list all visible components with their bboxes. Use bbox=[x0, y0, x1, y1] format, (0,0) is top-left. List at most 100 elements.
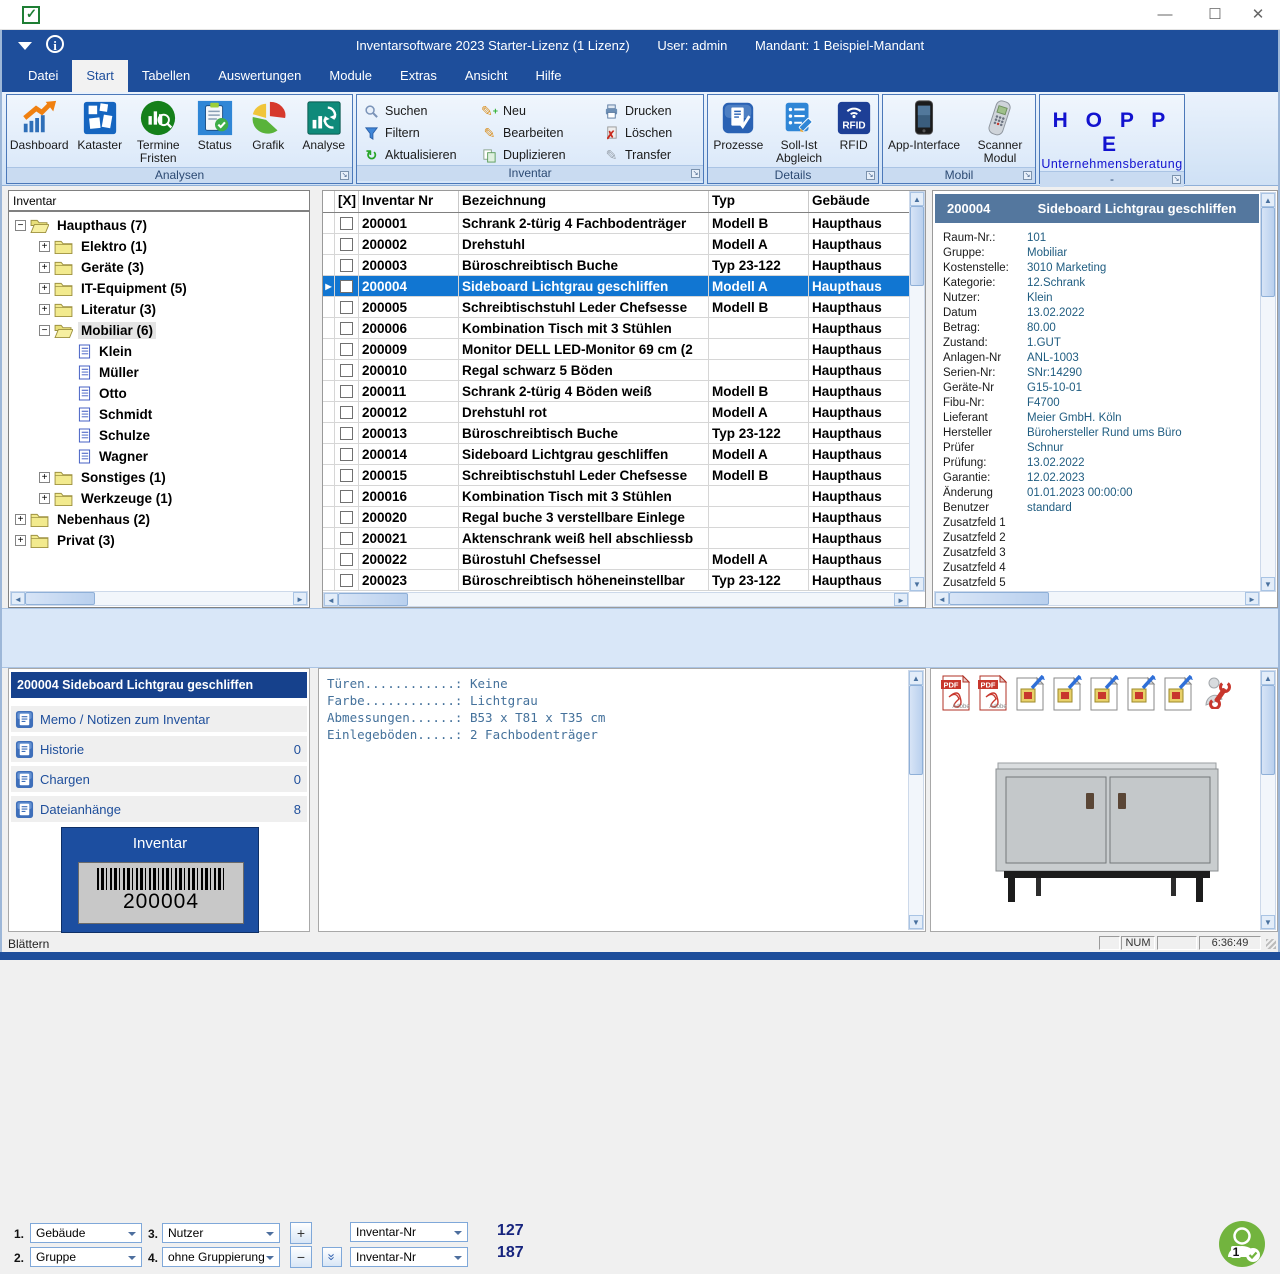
attachments-vertical-scrollbar[interactable]: ▲ ▼ bbox=[1260, 670, 1276, 930]
image-file-edit-icon[interactable] bbox=[1015, 675, 1045, 711]
expand-sort-button[interactable]: » bbox=[322, 1247, 342, 1267]
scanner-modul-button[interactable]: Scanner Modul bbox=[969, 97, 1031, 165]
row-checkbox[interactable] bbox=[340, 511, 353, 524]
table-row[interactable]: 200014Sideboard Lichtgrau geschliffenMod… bbox=[323, 444, 909, 465]
group-expand-icon[interactable]: ↘ bbox=[691, 169, 700, 178]
table-row[interactable]: 200022Bürostuhl ChefsesselModell AHaupth… bbox=[323, 549, 909, 570]
table-row[interactable]: 200001Schrank 2-türig 4 FachbodenträgerM… bbox=[323, 213, 909, 234]
row-checkbox[interactable] bbox=[340, 385, 353, 398]
scrollbar-thumb[interactable] bbox=[338, 593, 408, 606]
resize-grip[interactable] bbox=[1266, 939, 1276, 949]
tree-item-m-ller[interactable]: Müller bbox=[9, 362, 309, 383]
column-header-geb[interactable]: Gebäude bbox=[809, 191, 911, 212]
user-notification-badge[interactable]: 1 bbox=[1218, 1219, 1266, 1274]
row-checkbox[interactable] bbox=[340, 343, 353, 356]
tree-item-nebenhaus[interactable]: +Nebenhaus (2) bbox=[9, 509, 309, 530]
dashboard-button[interactable]: Dashboard bbox=[8, 97, 70, 152]
column-header-cb[interactable]: [X] bbox=[335, 191, 359, 212]
table-row[interactable]: 200023Büroschreibtisch höheneinstellbarT… bbox=[323, 570, 909, 591]
pdf-file-icon[interactable]: PDFAdobe bbox=[941, 675, 971, 711]
scrollbar-thumb[interactable] bbox=[25, 592, 95, 605]
tree-item-it-equipment[interactable]: +IT-Equipment (5) bbox=[9, 278, 309, 299]
section-row-historie[interactable]: Historie0 bbox=[11, 736, 307, 762]
tree-item-privat[interactable]: +Privat (3) bbox=[9, 530, 309, 551]
loeschen-button[interactable]: ✗Löschen bbox=[603, 123, 703, 143]
collapse-icon[interactable]: − bbox=[15, 220, 26, 231]
menu-item-extras[interactable]: Extras bbox=[386, 60, 451, 92]
transfer-button[interactable]: ✎Transfer bbox=[603, 145, 703, 165]
add-grouping-button[interactable]: + bbox=[290, 1222, 312, 1244]
row-checkbox[interactable] bbox=[340, 301, 353, 314]
tree-item-haupthaus[interactable]: −Haupthaus (7) bbox=[9, 215, 309, 236]
duplizieren-button[interactable]: Duplizieren bbox=[481, 145, 603, 165]
section-row-chargen[interactable]: Chargen0 bbox=[11, 766, 307, 792]
aktualisieren-button[interactable]: ↻Aktualisieren bbox=[363, 145, 481, 165]
scroll-down-button[interactable]: ▼ bbox=[910, 577, 924, 591]
tree-item-literatur[interactable]: +Literatur (3) bbox=[9, 299, 309, 320]
tree-item-klein[interactable]: Klein bbox=[9, 341, 309, 362]
table-row[interactable]: 200011Schrank 2-türig 4 Böden weißModell… bbox=[323, 381, 909, 402]
row-checkbox[interactable] bbox=[340, 280, 353, 293]
column-header-nr[interactable]: Inventar Nr bbox=[359, 191, 459, 212]
termine-fristen-button[interactable]: Termine Fristen bbox=[129, 97, 187, 165]
table-row[interactable]: 200015Schreibtischstuhl Leder ChefsesseM… bbox=[323, 465, 909, 486]
table-row[interactable]: 200016Kombination Tisch mit 3 StühlenHau… bbox=[323, 486, 909, 507]
row-checkbox[interactable] bbox=[340, 322, 353, 335]
detail-horizontal-scrollbar[interactable]: ◄ ► bbox=[934, 591, 1260, 606]
table-row[interactable]: 200009Monitor DELL LED-Monitor 69 cm (2H… bbox=[323, 339, 909, 360]
row-checkbox[interactable] bbox=[340, 574, 353, 587]
kataster-button[interactable]: Kataster bbox=[73, 97, 127, 152]
scroll-right-button[interactable]: ► bbox=[1245, 592, 1259, 605]
section-row-memo-notizen-zum-inventar[interactable]: Memo / Notizen zum Inventar bbox=[11, 706, 307, 732]
grafik-button[interactable]: Grafik bbox=[242, 97, 294, 152]
menu-item-hilfe[interactable]: Hilfe bbox=[522, 60, 576, 92]
table-horizontal-scrollbar[interactable]: ◄ ► bbox=[323, 592, 909, 607]
memo-vertical-scrollbar[interactable]: ▲ ▼ bbox=[908, 670, 924, 930]
close-button[interactable]: ✕ bbox=[1243, 4, 1273, 26]
scrollbar-thumb[interactable] bbox=[1261, 685, 1275, 775]
scroll-up-button[interactable]: ▲ bbox=[1261, 193, 1275, 207]
menu-item-auswertungen[interactable]: Auswertungen bbox=[204, 60, 315, 92]
image-file-edit-icon[interactable] bbox=[1052, 675, 1082, 711]
group-expand-icon[interactable]: ↘ bbox=[866, 171, 875, 180]
scroll-down-button[interactable]: ▼ bbox=[1261, 577, 1275, 591]
grouping-3-select[interactable]: Nutzer bbox=[162, 1223, 280, 1243]
sort-2-select[interactable]: Inventar-Nr bbox=[350, 1247, 468, 1267]
table-row[interactable]: ▶200004Sideboard Lichtgrau geschliffenMo… bbox=[323, 276, 909, 297]
tree-item-otto[interactable]: Otto bbox=[9, 383, 309, 404]
table-row[interactable]: 200021Aktenschrank weiß hell abschliessb… bbox=[323, 528, 909, 549]
scrollbar-thumb[interactable] bbox=[909, 685, 923, 775]
row-checkbox[interactable] bbox=[340, 553, 353, 566]
image-file-edit-icon[interactable] bbox=[1089, 675, 1119, 711]
grouping-4-select[interactable]: ohne Gruppierung bbox=[162, 1247, 280, 1267]
suchen-button[interactable]: Suchen bbox=[363, 101, 481, 121]
bearbeiten-button[interactable]: ✎Bearbeiten bbox=[481, 123, 603, 143]
collapse-icon[interactable]: − bbox=[39, 325, 50, 336]
row-checkbox[interactable] bbox=[340, 259, 353, 272]
table-vertical-scrollbar[interactable]: ▲ ▼ bbox=[909, 191, 925, 592]
menu-item-ansicht[interactable]: Ansicht bbox=[451, 60, 522, 92]
table-row[interactable]: 200013Büroschreibtisch BucheTyp 23-122Ha… bbox=[323, 423, 909, 444]
tree-item-elektro[interactable]: +Elektro (1) bbox=[9, 236, 309, 257]
row-checkbox[interactable] bbox=[340, 238, 353, 251]
row-checkbox[interactable] bbox=[340, 364, 353, 377]
row-checkbox[interactable] bbox=[340, 490, 353, 503]
grouping-2-select[interactable]: Gruppe bbox=[30, 1247, 142, 1267]
image-file-edit-icon[interactable] bbox=[1126, 675, 1156, 711]
app-interface-button[interactable]: App-Interface bbox=[887, 97, 961, 152]
scroll-left-button[interactable]: ◄ bbox=[935, 592, 949, 605]
row-checkbox[interactable] bbox=[340, 217, 353, 230]
scroll-right-button[interactable]: ► bbox=[894, 593, 908, 606]
group-expand-icon[interactable]: ↘ bbox=[340, 171, 349, 180]
menu-item-datei[interactable]: Datei bbox=[14, 60, 72, 92]
column-header-typ[interactable]: Typ bbox=[709, 191, 809, 212]
grouping-1-select[interactable]: Gebäude bbox=[30, 1223, 142, 1243]
analyse-button[interactable]: Analyse bbox=[297, 97, 351, 152]
scrollbar-thumb[interactable] bbox=[949, 592, 1049, 605]
menu-item-tabellen[interactable]: Tabellen bbox=[128, 60, 204, 92]
tree-item-schmidt[interactable]: Schmidt bbox=[9, 404, 309, 425]
expand-icon[interactable]: + bbox=[39, 262, 50, 273]
scroll-up-button[interactable]: ▲ bbox=[910, 192, 924, 206]
table-row[interactable]: 200012Drehstuhl rotModell AHaupthaus bbox=[323, 402, 909, 423]
minimize-button[interactable]: — bbox=[1150, 4, 1180, 26]
